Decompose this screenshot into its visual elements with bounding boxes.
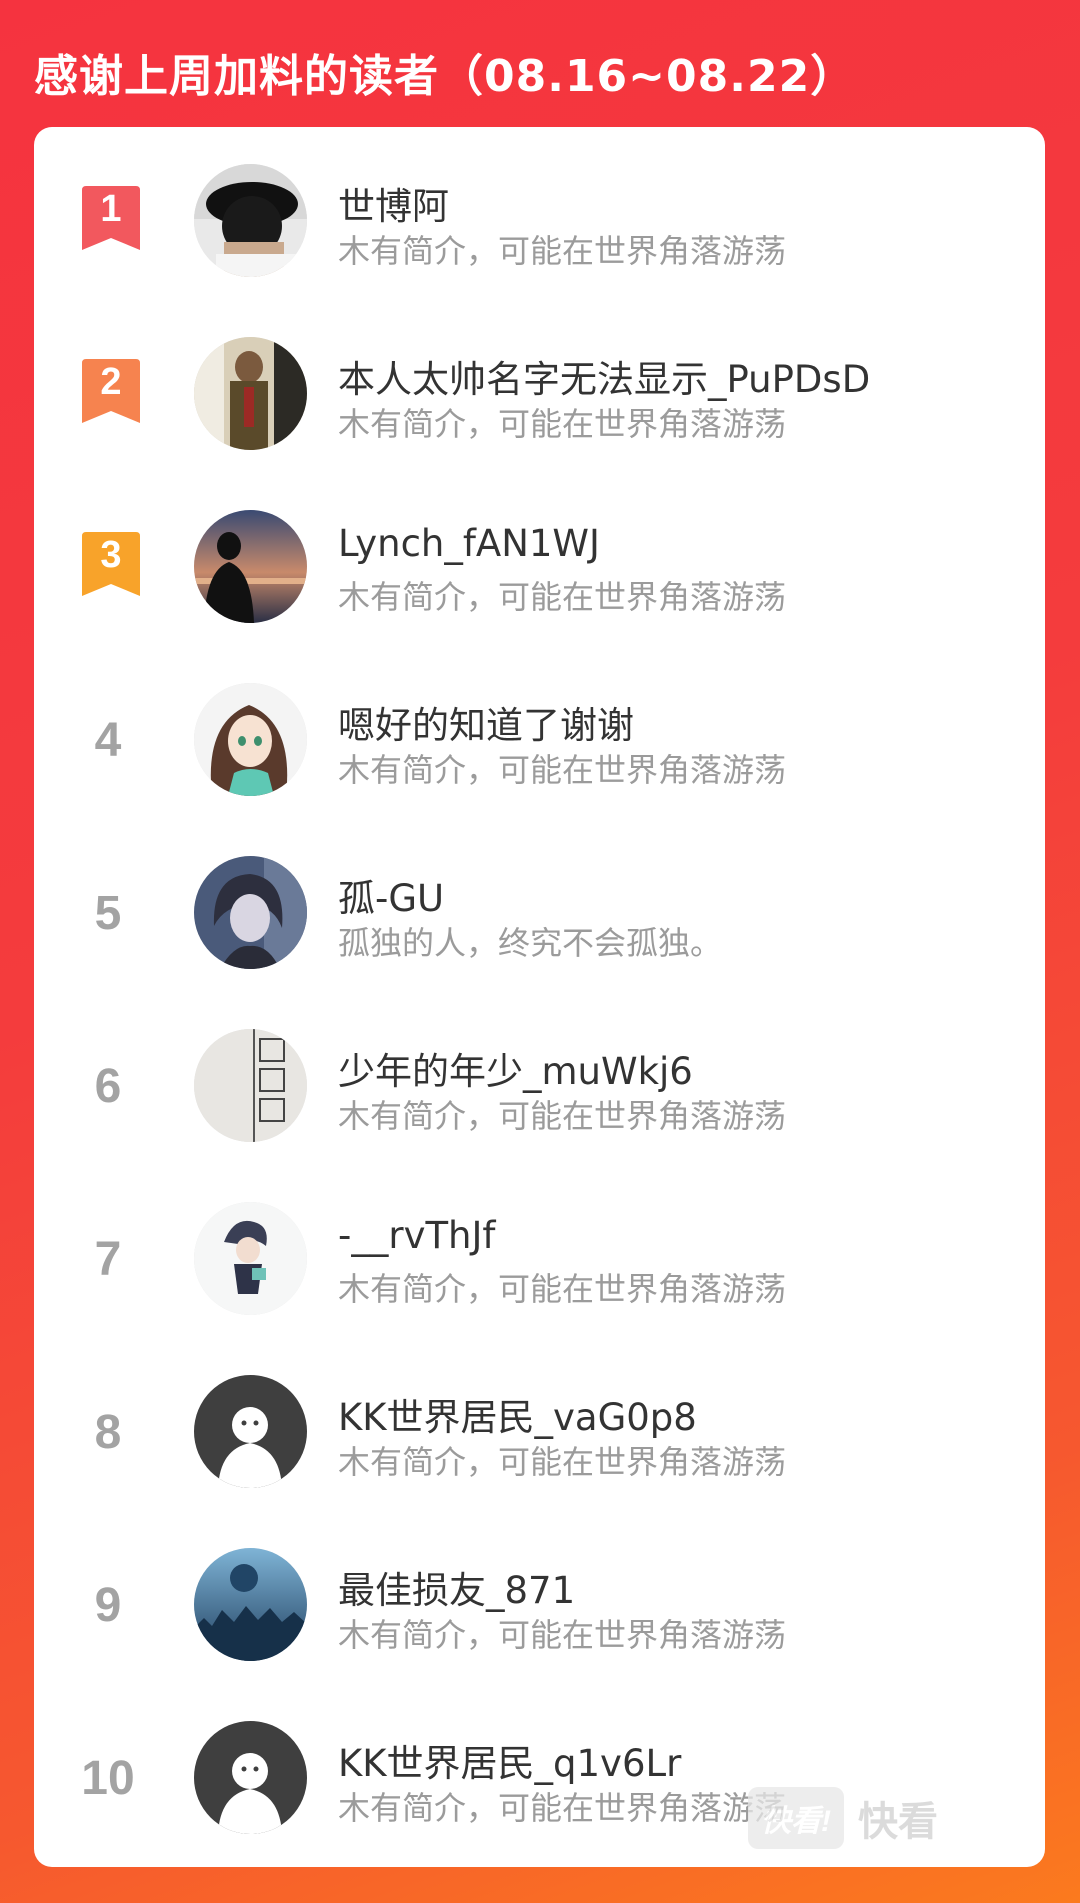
reader-row-2[interactable]: 2 本人太帅名字无法显示_PuPDsD 木有简介，可能在世界角落游荡: [34, 337, 1045, 510]
avatar[interactable]: [194, 1029, 307, 1142]
reader-row-1[interactable]: 1 世博阿 木有简介，可能在世界角落游荡: [34, 164, 1045, 337]
rank-number: 3: [100, 534, 122, 576]
avatar[interactable]: [194, 856, 307, 969]
reader-row-7[interactable]: 7 -__rvThJf 木有简介，可能在世界角落游荡: [34, 1202, 1045, 1375]
reader-bio: 木有简介，可能在世界角落游荡: [338, 578, 787, 616]
reader-bio: 木有简介，可能在世界角落游荡: [338, 1270, 787, 1308]
avatar[interactable]: [194, 164, 307, 277]
rank-number: 7: [94, 1233, 122, 1286]
reader-name[interactable]: Lynch_fAN1WJ: [338, 522, 600, 565]
rank-bookmark-badge-2: 2: [82, 359, 140, 423]
kuaikan-logo-icon: 快看!: [748, 1787, 844, 1849]
reader-row-8[interactable]: 8 KK世界居民_vaG0p8 木有简介，可能在世界角落游荡: [34, 1375, 1045, 1548]
reader-row-9[interactable]: 9 最佳损友_871 木有简介，可能在世界角落游荡: [34, 1548, 1045, 1721]
rank-number: 6: [94, 1060, 122, 1113]
avatar[interactable]: [194, 337, 307, 450]
reader-bio: 木有简介，可能在世界角落游荡: [338, 1616, 787, 1654]
watermark-text: 快看: [858, 1799, 938, 1845]
rank-number: 1: [100, 188, 122, 230]
reader-name[interactable]: 少年的年少_muWkj6: [338, 1041, 693, 1095]
default-avatar-icon[interactable]: [194, 1375, 307, 1488]
rank-number: 8: [94, 1406, 122, 1459]
rank-bookmark-badge-3: 3: [82, 532, 140, 596]
avatar[interactable]: [194, 683, 307, 796]
reader-bio: 木有简介，可能在世界角落游荡: [338, 1789, 787, 1827]
reader-row-6[interactable]: 6 少年的年少_muWkj6 木有简介，可能在世界角落游荡: [34, 1029, 1045, 1202]
page-title: 感谢上周加料的读者（08.16~08.22）: [34, 51, 856, 102]
rank-number: 2: [100, 361, 122, 403]
avatar[interactable]: [194, 510, 307, 623]
reader-bio: 木有简介，可能在世界角落游荡: [338, 751, 787, 789]
reader-row-3[interactable]: 3 Lynch_fAN1WJ 木有简介，可能在世界角落游荡: [34, 510, 1045, 683]
reader-name[interactable]: KK世界居民_vaG0p8: [338, 1387, 697, 1441]
reader-name[interactable]: 孤-GU: [338, 868, 444, 922]
reader-row-5[interactable]: 5 孤-GU 孤独的人，终究不会孤独。: [34, 856, 1045, 1029]
reader-name[interactable]: 嗯好的知道了谢谢: [338, 695, 634, 749]
reader-bio: 木有简介，可能在世界角落游荡: [338, 1097, 787, 1135]
kuaikan-watermark: 快看! 快看: [748, 1787, 938, 1849]
reader-ranking-card: 1 世博阿 木有简介，可能在世界角落游荡 2 本人太帅名字无法显示_PuPDsD…: [34, 127, 1045, 1867]
reader-name[interactable]: 最佳损友_871: [338, 1560, 575, 1614]
reader-bio: 木有简介，可能在世界角落游荡: [338, 1443, 787, 1481]
rank-number: 4: [94, 714, 122, 767]
reader-name[interactable]: KK世界居民_q1v6Lr: [338, 1733, 681, 1787]
reader-row-4[interactable]: 4 嗯好的知道了谢谢 木有简介，可能在世界角落游荡: [34, 683, 1045, 856]
rank-bookmark-badge-1: 1: [82, 186, 140, 250]
reader-name[interactable]: 本人太帅名字无法显示_PuPDsD: [338, 349, 870, 403]
avatar[interactable]: [194, 1548, 307, 1661]
reader-name[interactable]: -__rvThJf: [338, 1214, 495, 1257]
rank-number: 5: [94, 887, 122, 940]
rank-number: 10: [81, 1752, 135, 1805]
reader-bio: 木有简介，可能在世界角落游荡: [338, 232, 787, 270]
avatar[interactable]: [194, 1202, 307, 1315]
rank-number: 9: [94, 1579, 122, 1632]
reader-bio: 木有简介，可能在世界角落游荡: [338, 405, 787, 443]
reader-name[interactable]: 世博阿: [338, 176, 449, 230]
default-avatar-icon[interactable]: [194, 1721, 307, 1834]
reader-bio: 孤独的人，终究不会孤独。: [338, 924, 723, 962]
